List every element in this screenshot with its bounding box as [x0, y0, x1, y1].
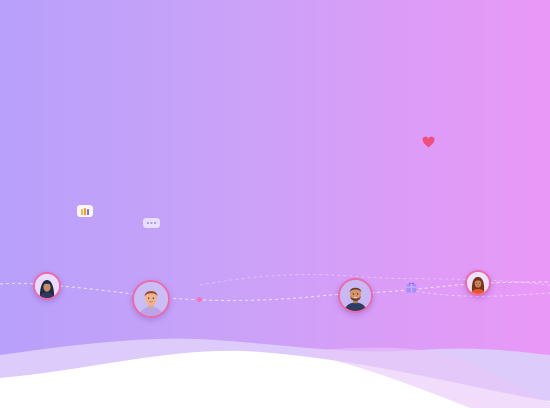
- gift-icon: [406, 280, 417, 293]
- bearded-man-avatar: [338, 278, 373, 313]
- hero-banner: [0, 0, 550, 408]
- woman-avatar: [465, 270, 491, 296]
- woman-hijab-avatar: [33, 272, 61, 300]
- chat-bubble-icon: [143, 215, 160, 228]
- heart-icon: [422, 135, 435, 148]
- pink-dot: [197, 297, 202, 302]
- man-avatar: [132, 280, 170, 318]
- raised-hands-icon: [77, 204, 93, 217]
